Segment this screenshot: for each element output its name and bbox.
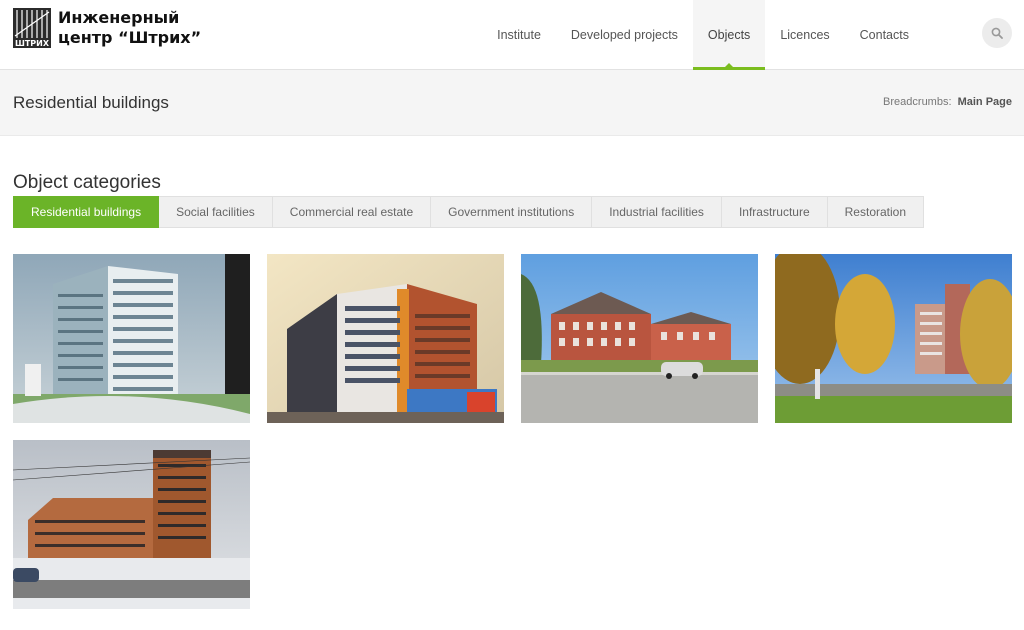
tab-government-institutions[interactable]: Government institutions bbox=[431, 196, 593, 228]
tab-restoration[interactable]: Restoration bbox=[827, 196, 925, 228]
svg-text:ШТРИХ: ШТРИХ bbox=[15, 39, 50, 48]
nav-item-contacts[interactable]: Contacts bbox=[845, 0, 924, 69]
gallery-item[interactable] bbox=[13, 254, 250, 423]
building-photo-1 bbox=[13, 254, 250, 423]
gallery-item[interactable] bbox=[775, 254, 1012, 423]
gallery-item[interactable] bbox=[521, 254, 758, 423]
nav-item-developed-projects[interactable]: Developed projects bbox=[556, 0, 693, 69]
gallery-item[interactable] bbox=[13, 440, 250, 609]
main-nav: Institute Developed projects Objects Lic… bbox=[482, 0, 924, 70]
tab-infrastructure[interactable]: Infrastructure bbox=[721, 196, 828, 228]
logo-mark-icon: ШТРИХ bbox=[13, 8, 51, 48]
gallery-item[interactable] bbox=[267, 254, 504, 423]
search-button[interactable] bbox=[982, 18, 1012, 48]
tab-industrial-facilities[interactable]: Industrial facilities bbox=[592, 196, 722, 228]
nav-item-objects[interactable]: Objects bbox=[692, 0, 766, 70]
breadcrumb-link-main-page[interactable]: Main Page bbox=[958, 96, 1012, 108]
building-photo-2 bbox=[267, 254, 504, 423]
tab-residential-buildings[interactable]: Residential buildings bbox=[13, 196, 160, 228]
category-tabs: Residential buildings Social facilities … bbox=[13, 196, 925, 228]
nav-item-licences[interactable]: Licences bbox=[765, 0, 844, 69]
tab-social-facilities[interactable]: Social facilities bbox=[159, 196, 273, 228]
building-photo-5 bbox=[13, 440, 250, 609]
logo[interactable]: ШТРИХ Инженерный центр “Штрих” bbox=[13, 8, 201, 48]
breadcrumb: Breadcrumbs: Main Page bbox=[883, 96, 1012, 108]
search-icon bbox=[991, 27, 1003, 39]
section-title: Object categories bbox=[13, 172, 161, 193]
nav-item-institute[interactable]: Institute bbox=[482, 0, 556, 69]
logo-text: Инженерный центр “Штрих” bbox=[58, 8, 201, 48]
breadcrumb-label: Breadcrumbs: bbox=[883, 96, 952, 108]
page-title: Residential buildings bbox=[13, 93, 169, 112]
tab-commercial-real-estate[interactable]: Commercial real estate bbox=[272, 196, 432, 228]
building-photo-4 bbox=[775, 254, 1012, 423]
site-header: ШТРИХ Инженерный центр “Штрих” Institute… bbox=[0, 0, 1024, 70]
logo-line-1: Инженерный bbox=[58, 8, 180, 27]
page-title-bar: Residential buildings Breadcrumbs: Main … bbox=[0, 70, 1024, 136]
building-photo-3 bbox=[521, 254, 758, 423]
logo-line-2: центр “Штрих” bbox=[58, 28, 202, 47]
